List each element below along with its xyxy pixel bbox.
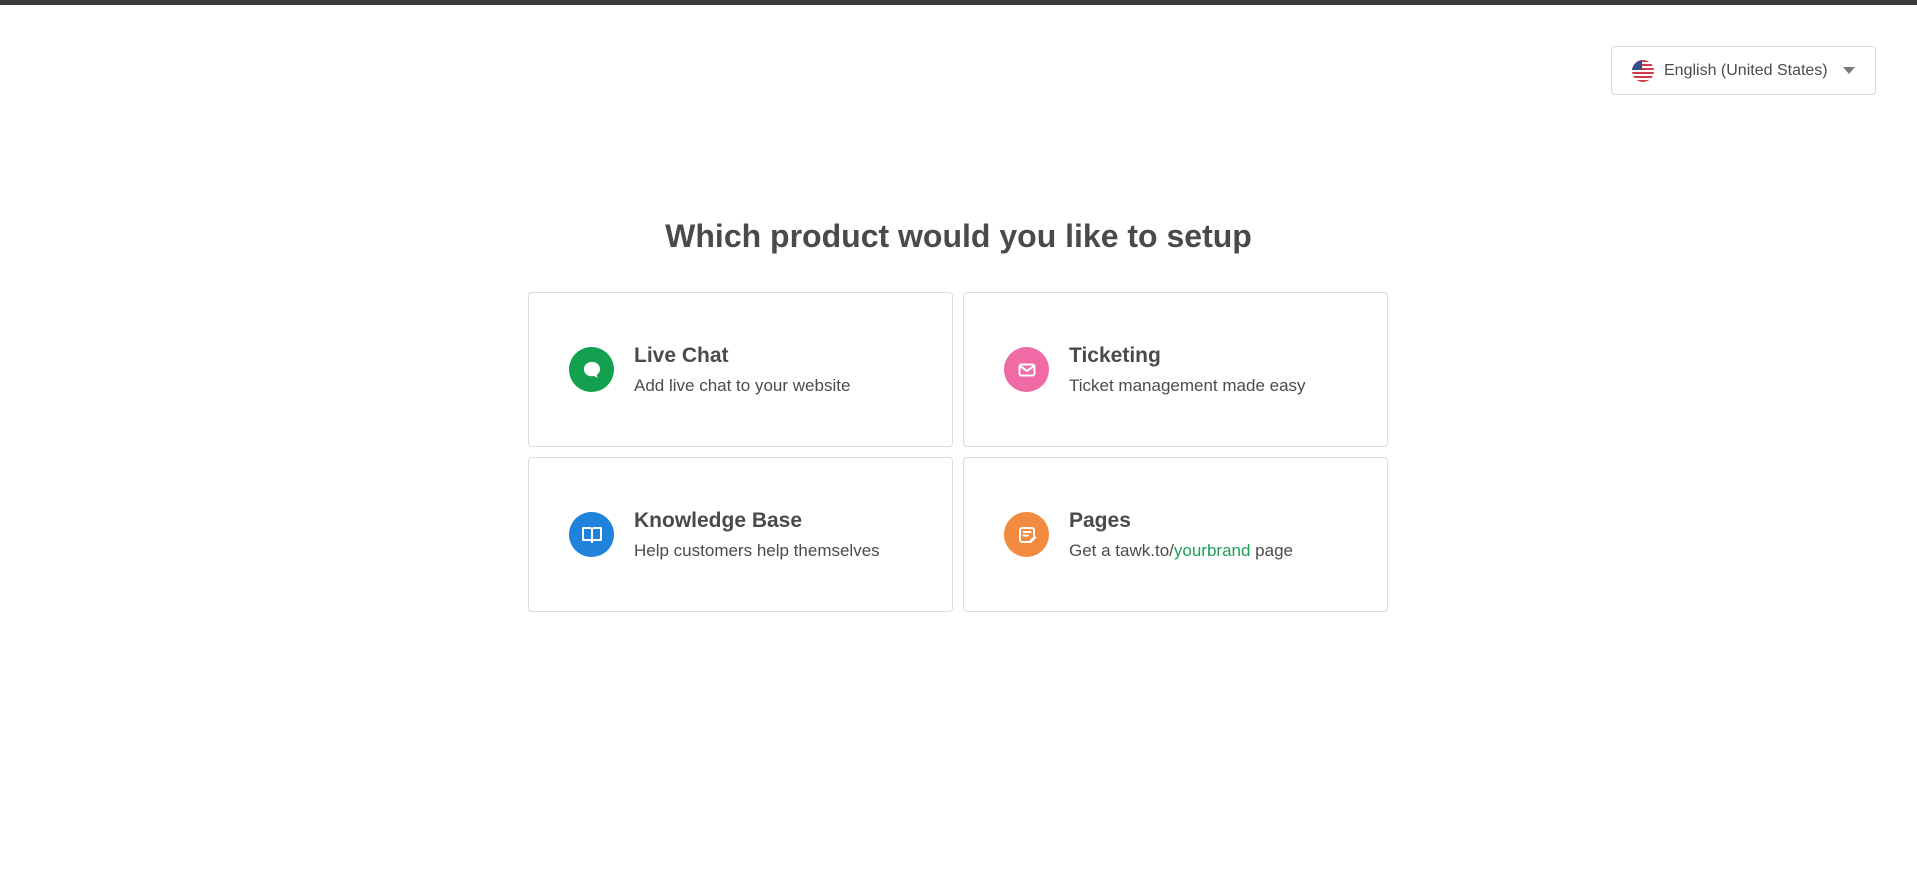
product-description: Help customers help themselves	[634, 540, 880, 560]
top-bar	[0, 0, 1917, 5]
product-grid: Live Chat Add live chat to your website …	[528, 292, 1388, 612]
product-title: Pages	[1069, 508, 1131, 532]
product-title: Ticketing	[1069, 343, 1161, 367]
description-suffix: page	[1250, 540, 1293, 560]
yourbrand-text: yourbrand	[1173, 540, 1251, 560]
product-card-knowledge-base[interactable]: Knowledge Base Help customers help thems…	[528, 457, 953, 612]
page-title: Which product would you like to setup	[665, 218, 1252, 254]
envelope-icon	[1004, 347, 1049, 392]
chat-bubble-icon	[569, 347, 614, 392]
product-card-pages[interactable]: Pages Get a tawk.to/yourbrand page	[963, 457, 1388, 612]
page-edit-icon	[1004, 512, 1049, 557]
product-description: Add live chat to your website	[634, 375, 851, 395]
book-icon	[569, 512, 614, 557]
language-selector[interactable]: English (United States)	[1611, 46, 1876, 95]
product-description: Ticket management made easy	[1069, 375, 1306, 395]
language-label: English (United States)	[1664, 61, 1828, 79]
chevron-down-icon	[1843, 67, 1855, 74]
product-card-ticketing[interactable]: Ticketing Ticket management made easy	[963, 292, 1388, 447]
product-description: Get a tawk.to/yourbrand page	[1069, 540, 1293, 562]
product-title: Knowledge Base	[634, 508, 803, 532]
description-prefix: Get a tawk.to/	[1069, 540, 1174, 560]
product-card-live-chat[interactable]: Live Chat Add live chat to your website	[528, 292, 953, 447]
us-flag-icon	[1632, 59, 1654, 82]
product-title: Live Chat	[634, 343, 729, 367]
